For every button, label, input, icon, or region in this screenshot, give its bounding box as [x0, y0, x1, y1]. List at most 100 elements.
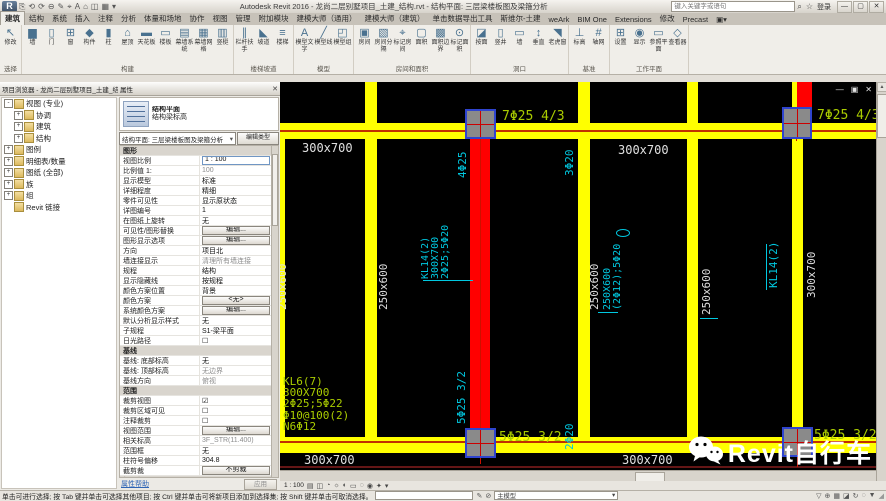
beam-annotation[interactable]: 250x600 — [701, 269, 712, 315]
qat-icon[interactable]: ▦ — [101, 2, 109, 12]
property-value[interactable]: <无> — [202, 296, 270, 305]
ribbon-tool-button[interactable]: ◰ 模型组 — [333, 25, 352, 47]
window-control-button[interactable]: — — [837, 1, 852, 13]
tree-expand-icon[interactable]: + — [4, 191, 13, 200]
tree-expand-icon[interactable]: + — [14, 122, 23, 131]
view-control-icon[interactable]: ◌ — [360, 482, 364, 489]
tree-expand-icon[interactable]: + — [4, 180, 13, 189]
tree-expand-icon[interactable]: + — [4, 145, 13, 154]
ribbon-tool-button[interactable]: ▮ 柱 — [99, 25, 118, 47]
title-bar-icon[interactable]: ⌕ — [797, 2, 801, 12]
ribbon-tab[interactable]: 管理 — [232, 12, 255, 25]
window-control-button[interactable]: ✕ — [869, 1, 884, 13]
resize-grip[interactable]: ◢ — [879, 492, 884, 500]
ribbon-tool-button[interactable]: ◥ 老虎窗 — [548, 25, 567, 47]
browser-tree-item[interactable]: + 协调 — [2, 110, 116, 122]
beam-annotation[interactable]: 7Φ25 4/3 — [502, 110, 565, 123]
ribbon-tool-button[interactable]: ▥ 竖梃 — [213, 25, 232, 47]
browser-tree-item[interactable]: Revit 链接 — [2, 202, 116, 214]
beam-annotation[interactable]: KL14(2) — [768, 242, 779, 288]
beam-annotation[interactable]: 300x700 — [304, 454, 355, 466]
ribbon-tab[interactable]: 建模大师（通用） — [293, 12, 361, 25]
view-control-icon[interactable]: ▭ — [350, 482, 357, 490]
beam-annotation[interactable]: KL6(7)300X7002Φ25;5Φ22Φ10@100(2)N6Φ12 — [283, 376, 349, 432]
beam-annotation[interactable]: 300x700 — [806, 252, 817, 298]
ribbon-tab[interactable]: 视图 — [209, 12, 232, 25]
property-value[interactable]: ☐ — [200, 337, 272, 345]
property-value[interactable]: 编辑... — [202, 226, 270, 235]
title-bar-icon[interactable]: ☆ — [806, 2, 813, 11]
drawing-canvas[interactable]: 300x700 300x700 300x700 300x700 250x600 … — [280, 82, 876, 470]
property-value[interactable]: 100 — [200, 167, 272, 174]
qat-icon[interactable]: A — [75, 2, 80, 12]
ribbon-tab[interactable]: 建筑 — [0, 11, 25, 25]
beam-annotation[interactable]: 5Φ25 3/2 — [456, 371, 467, 424]
ribbon-tool-button[interactable]: ⌖ 标记房间 — [393, 25, 412, 53]
property-value[interactable]: ☐ — [200, 417, 272, 425]
qat-icon[interactable]: ✎ — [58, 2, 65, 12]
beam-annotation[interactable]: 300x700 — [622, 454, 673, 466]
ribbon-tool-button[interactable]: ◉ 显示 — [630, 25, 649, 47]
ribbon-group-label[interactable]: 模型 — [295, 65, 352, 74]
ribbon-tool-button[interactable]: ▭ 墙 — [510, 25, 529, 47]
view-window-button[interactable]: ▣ — [851, 85, 859, 94]
property-value[interactable]: 3F_STR(11.400) — [200, 437, 272, 444]
ribbon-tool-button[interactable]: A 模型文字 — [295, 25, 314, 53]
tree-expand-icon[interactable]: + — [4, 168, 13, 177]
beam[interactable] — [365, 82, 377, 453]
ribbon-tool-button[interactable]: ╱ 模型线 — [314, 25, 333, 47]
browser-tree-item[interactable]: + 结构 — [2, 133, 116, 145]
beam-annotation[interactable]: 300x700 — [302, 142, 353, 154]
property-value[interactable]: 显示原状态 — [200, 196, 272, 206]
ribbon-group-label[interactable]: 楼梯坡道 — [235, 65, 292, 74]
view-control-icon[interactable]: ◐ — [343, 482, 347, 489]
beam-annotation[interactable]: 250x600 — [378, 264, 389, 310]
qat-icon[interactable]: ⊖ — [48, 2, 55, 12]
browser-tree-item[interactable]: + 建筑 — [2, 121, 116, 133]
view-control-icon[interactable]: ◫ — [317, 482, 324, 490]
qat-icon[interactable]: ⌂ — [83, 2, 88, 12]
ribbon-tab[interactable]: 分析 — [117, 12, 140, 25]
ribbon-tool-button[interactable]: ▬ 天花板 — [137, 25, 156, 47]
browser-tree-item[interactable]: - 视图 (专业) — [2, 98, 116, 110]
ribbon-tool-button[interactable]: ↖ 修改 — [1, 25, 20, 47]
status-bar-icon[interactable]: ✎ — [476, 492, 482, 500]
view-window-button[interactable]: ✕ — [865, 85, 872, 94]
properties-header[interactable]: 属性 ✕ — [118, 82, 280, 96]
vertical-scroll-thumb[interactable] — [877, 94, 886, 138]
property-value[interactable]: 标准 — [200, 176, 272, 186]
properties-help-link[interactable]: 属性帮助 — [121, 479, 149, 489]
filter-icon[interactable]: ▽ — [816, 492, 821, 500]
view-control-icon[interactable]: ▾ — [385, 482, 389, 490]
property-value[interactable]: 编辑... — [202, 236, 270, 245]
ribbon-tool-button[interactable]: ▢ 面积 — [412, 25, 431, 47]
property-value[interactable]: 1 — [200, 207, 272, 214]
ribbon-tab[interactable]: 插入 — [71, 12, 94, 25]
ribbon-group-label[interactable]: 选择 — [1, 65, 20, 74]
property-value[interactable]: ☑ — [200, 397, 272, 405]
ribbon-tool-button[interactable]: ≡ 楼梯 — [273, 25, 292, 47]
ribbon-group-label[interactable]: 房间和面积 — [355, 65, 469, 74]
property-value[interactable]: ☐ — [200, 407, 272, 415]
column[interactable] — [465, 428, 496, 458]
beam-annotation[interactable]: 4Φ25 — [457, 152, 468, 179]
type-selector[interactable]: 结构平面: 三层梁楼板图及梁箍分析 ▾ — [119, 132, 236, 145]
property-value[interactable]: 无 — [200, 216, 272, 226]
tree-expand-icon[interactable]: - — [4, 99, 13, 108]
property-value[interactable]: 按规程 — [200, 276, 272, 286]
ribbon-tool-button[interactable]: ◪ 按面 — [472, 25, 491, 47]
ribbon-tab[interactable]: 结构 — [25, 12, 48, 25]
window-control-button[interactable]: ▢ — [853, 1, 868, 13]
edit-type-button[interactable]: 编辑类型 — [237, 132, 279, 145]
filter-icon[interactable]: ↻ — [853, 492, 859, 500]
beam-annotation[interactable]: 5Φ25 3/2 — [499, 431, 562, 444]
browser-tree-item[interactable]: + 组 — [2, 190, 116, 202]
apply-button[interactable]: 应用 — [244, 479, 277, 490]
ribbon-tab[interactable]: ▣▾ — [712, 14, 731, 25]
type-preview[interactable]: 结构平面 结构梁标高 — [119, 97, 279, 131]
filter-icon[interactable]: ◌ — [862, 492, 866, 499]
view-scale-button[interactable]: 1 : 100 — [284, 482, 304, 489]
view-window-button[interactable]: — — [836, 85, 844, 94]
ribbon-tool-button[interactable]: ▆ 墙 — [23, 25, 42, 47]
filter-icon[interactable]: ▼ — [869, 492, 876, 499]
